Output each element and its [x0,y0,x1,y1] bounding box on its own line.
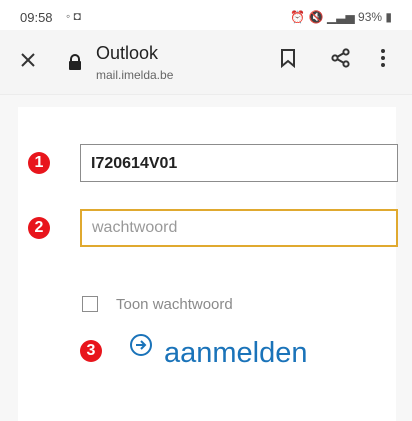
annotation-badge-2: 2 [28,217,50,239]
mute-icon: 🔇 [308,10,324,24]
status-bar: 09:58 ◦ ◘ ⏰ 🔇 ▁▃▅ 93% ▮ [0,0,412,30]
signal-icon: ▁▃▅ [326,10,355,24]
phone-screen: 09:58 ◦ ◘ ⏰ 🔇 ▁▃▅ 93% ▮ Outlook mail.ime… [0,0,412,421]
battery-percent: 93% [358,10,383,24]
show-password-label: Toon wachtwoord [116,296,233,313]
status-time: 09:58 [20,10,53,25]
page-title: Outlook [96,43,159,63]
status-right-icons: ⏰ 🔇 ▁▃▅ 93% ▮ [290,10,392,24]
login-form: 1 I720614V01 2 wachtwoord Toon wachtwoor… [18,107,398,421]
alarm-icon: ⏰ [290,10,306,24]
page-url: mail.imelda.be [96,68,174,82]
browser-toolbar: Outlook mail.imelda.be [0,30,412,95]
login-button[interactable]: aanmelden [164,337,308,370]
lock-icon [68,54,82,75]
arrow-circle-right-icon[interactable] [128,332,154,363]
show-password-checkbox[interactable] [82,296,98,312]
close-icon[interactable] [20,52,36,68]
share-icon[interactable] [331,48,351,73]
annotation-badge-1: 1 [28,152,50,174]
page-content: 1 I720614V01 2 wachtwoord Toon wachtwoor… [0,95,412,421]
battery-icon: ▮ [385,10,392,24]
userid-field[interactable]: I720614V01 [80,144,398,182]
more-options-icon[interactable] [380,48,386,73]
password-field[interactable]: wachtwoord [80,209,398,247]
status-notification-icons: ◦ ◘ [66,9,81,23]
annotation-badge-3: 3 [80,340,102,362]
bookmark-icon[interactable] [280,48,296,73]
